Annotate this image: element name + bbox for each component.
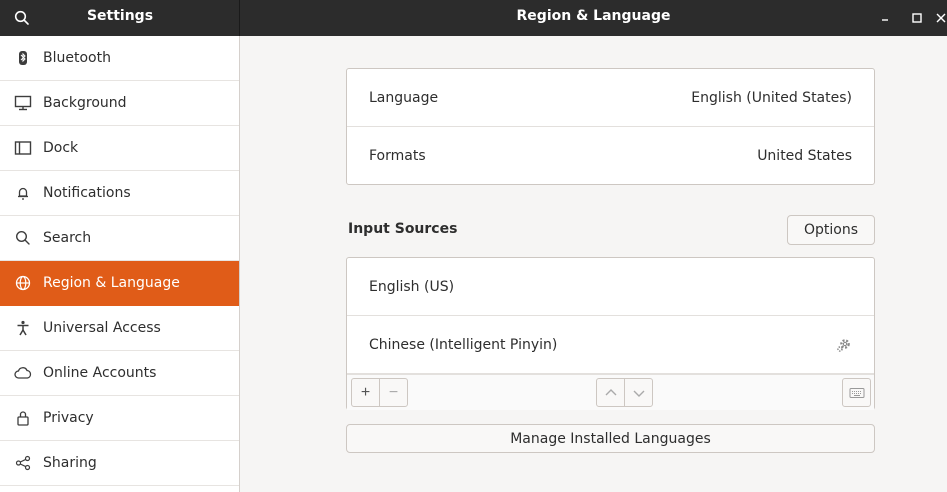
sidebar-item-notifications[interactable]: Notifications bbox=[0, 171, 239, 216]
sidebar-item-label: Region & Language bbox=[43, 275, 180, 291]
cloud-icon bbox=[14, 364, 32, 382]
accessibility-icon bbox=[14, 319, 32, 337]
bell-icon bbox=[14, 184, 32, 202]
input-source-label: English (US) bbox=[369, 278, 455, 295]
input-source-row[interactable]: English (US) bbox=[347, 258, 874, 316]
chevron-down-icon bbox=[633, 390, 644, 397]
sidebar-header: Settings bbox=[0, 0, 240, 36]
sidebar-item-dock[interactable]: Dock bbox=[0, 126, 239, 171]
move-up-button[interactable] bbox=[596, 378, 625, 407]
background-icon bbox=[14, 94, 32, 112]
sidebar-item-search[interactable]: Search bbox=[0, 216, 239, 261]
sidebar-item-universal-access[interactable]: Universal Access bbox=[0, 306, 239, 351]
add-input-source-button[interactable]: + bbox=[351, 378, 380, 407]
formats-value: United States bbox=[757, 148, 852, 164]
share-icon bbox=[14, 454, 32, 472]
sidebar-item-label: Privacy bbox=[43, 410, 94, 426]
sidebar-item-label: Sharing bbox=[43, 455, 97, 471]
main-panel: Language English (United States) Formats… bbox=[241, 36, 947, 492]
sidebar-title: Settings bbox=[86, 8, 154, 24]
input-sources-toolbar: + − bbox=[347, 374, 874, 410]
language-label: Language bbox=[369, 89, 439, 106]
sidebar: Bluetooth Background Dock Notifications … bbox=[0, 36, 240, 492]
language-row[interactable]: Language English (United States) bbox=[347, 69, 874, 127]
sidebar-item-label: Search bbox=[43, 230, 92, 246]
close-icon[interactable] bbox=[934, 8, 947, 28]
sidebar-item-region-language[interactable]: Region & Language bbox=[0, 261, 239, 306]
options-button[interactable]: Options bbox=[787, 215, 875, 245]
window-title: Region & Language bbox=[516, 8, 671, 24]
keyboard-icon bbox=[849, 387, 864, 398]
formats-label: Formats bbox=[369, 148, 426, 164]
sidebar-item-label: Background bbox=[43, 95, 127, 111]
chevron-up-icon bbox=[605, 388, 616, 395]
sidebar-item-label: Bluetooth bbox=[43, 50, 111, 66]
bluetooth-icon bbox=[14, 49, 32, 67]
keyboard-layout-button[interactable] bbox=[842, 378, 871, 407]
search-icon[interactable] bbox=[10, 6, 34, 30]
sidebar-item-background[interactable]: Background bbox=[0, 81, 239, 126]
input-sources-card: English (US) Chinese (Intelligent Pinyin… bbox=[346, 257, 875, 410]
remove-input-source-button[interactable]: − bbox=[379, 378, 408, 407]
minimize-icon[interactable] bbox=[875, 8, 895, 28]
lock-icon bbox=[14, 409, 32, 427]
language-formats-card: Language English (United States) Formats… bbox=[346, 68, 875, 185]
input-sources-title: Input Sources bbox=[348, 221, 458, 237]
header-bar: Settings Region & Language bbox=[0, 0, 947, 36]
sidebar-item-label: Notifications bbox=[43, 185, 131, 201]
sidebar-item-label: Universal Access bbox=[43, 320, 161, 336]
globe-icon bbox=[14, 274, 32, 292]
sidebar-item-sharing[interactable]: Sharing bbox=[0, 441, 239, 486]
input-source-row[interactable]: Chinese (Intelligent Pinyin) bbox=[347, 316, 874, 374]
manage-installed-languages-button[interactable]: Manage Installed Languages bbox=[346, 424, 875, 453]
dock-icon bbox=[14, 139, 32, 157]
sidebar-item-bluetooth[interactable]: Bluetooth bbox=[0, 36, 239, 81]
sidebar-item-online-accounts[interactable]: Online Accounts bbox=[0, 351, 239, 396]
formats-row[interactable]: Formats United States bbox=[347, 127, 874, 185]
sidebar-item-privacy[interactable]: Privacy bbox=[0, 396, 239, 441]
move-down-button[interactable] bbox=[624, 378, 653, 407]
language-value: English (United States) bbox=[691, 89, 852, 106]
sidebar-item-label: Dock bbox=[43, 140, 79, 156]
input-source-label: Chinese (Intelligent Pinyin) bbox=[369, 336, 558, 353]
sidebar-item-label: Online Accounts bbox=[43, 365, 157, 381]
gear-icon[interactable] bbox=[836, 337, 852, 353]
search-icon bbox=[14, 229, 32, 247]
maximize-icon[interactable] bbox=[907, 8, 927, 28]
